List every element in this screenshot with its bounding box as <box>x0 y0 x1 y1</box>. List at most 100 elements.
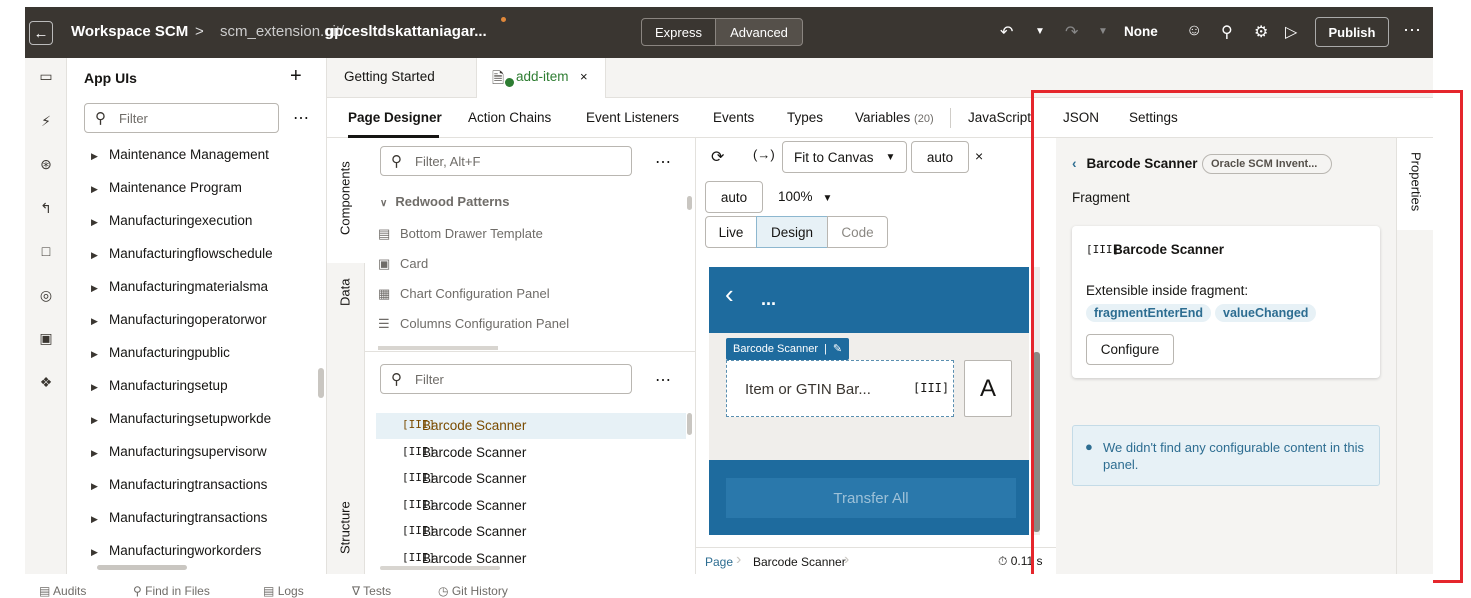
tab-event-listeners[interactable]: Event Listeners <box>586 110 679 125</box>
structure-node[interactable]: [III] Barcode Scanner <box>376 493 686 519</box>
canvas-height-input[interactable]: auto <box>705 181 763 213</box>
components-filter-input[interactable]: ⚲ Filter, Alt+F <box>380 146 632 176</box>
add-icon[interactable]: + <box>290 65 302 88</box>
tab-components[interactable]: Components <box>330 150 360 246</box>
tab-page-designer[interactable]: Page Designer <box>348 110 442 125</box>
bottom-item-logs[interactable]: ▤ Logs <box>263 584 304 598</box>
list-item[interactable]: ▶ Manufacturingsupervisorw <box>91 444 281 464</box>
globe-icon[interactable]: ◎ <box>37 287 55 304</box>
monitor-icon[interactable]: ▭ <box>37 68 55 85</box>
tab-types[interactable]: Types <box>787 110 823 125</box>
bell-icon[interactable]: ⚙ <box>1254 22 1268 42</box>
structure-node-selected[interactable]: [III] Barcode Scanner <box>376 413 686 439</box>
back-button[interactable]: ← <box>29 21 53 45</box>
list-item[interactable]: ▶ Manufacturingsetupworkde <box>91 411 281 431</box>
page-file-icon: 🗎︎ <box>492 70 505 87</box>
list-item[interactable]: ▶ Manufacturingpublic <box>91 345 301 365</box>
list-item[interactable]: ▶ Manufacturingmaterialsma <box>91 279 281 299</box>
chevron-left-icon[interactable]: ‹ <box>725 279 734 310</box>
workspace-title[interactable]: Workspace SCM <box>71 23 188 40</box>
smiley-icon[interactable]: ☺ <box>1186 22 1202 40</box>
structure-node[interactable]: [III] Barcode Scanner <box>376 440 686 466</box>
component-item[interactable]: ▣ Card <box>378 256 428 272</box>
barcode-scanner-field[interactable]: Item or GTIN Bar... [III] <box>726 360 954 417</box>
design-toggle[interactable]: Design <box>756 216 828 248</box>
vertical-scrollbar[interactable] <box>318 368 324 398</box>
redo-icon[interactable]: ↷ <box>1065 22 1078 42</box>
lightning-icon[interactable]: ⚡︎ <box>37 113 55 130</box>
more-options-icon[interactable]: ⋯ <box>293 108 309 128</box>
bottom-item-audits[interactable]: ▤ Audits <box>39 584 86 598</box>
list-item[interactable]: ▶ Manufacturingtransactions <box>91 477 281 497</box>
zoom-dropdown[interactable]: 100% ▼ <box>778 189 832 204</box>
tab-structure[interactable]: Structure <box>330 492 360 564</box>
tab-javascript[interactable]: JavaScript <box>968 110 1031 125</box>
breadcrumb-page[interactable]: Page <box>705 555 733 569</box>
component-item[interactable]: ☰ Columns Configuration Panel <box>378 316 569 332</box>
close-icon[interactable]: × <box>975 148 983 164</box>
component-item[interactable]: ▤ Bottom Drawer Template <box>378 226 543 242</box>
services-icon[interactable]: ⊛ <box>37 156 55 173</box>
branch-name[interactable]: gpcesltdskattaniagar... <box>325 23 487 40</box>
extension-icon[interactable]: ❖ <box>37 374 55 391</box>
close-icon[interactable]: × <box>580 69 588 84</box>
list-item[interactable]: ▶ Manufacturingsetup <box>91 378 301 398</box>
undo-icon[interactable]: ↶ <box>1000 22 1013 42</box>
tag-icon[interactable]: □ <box>37 243 55 259</box>
horizontal-scrollbar[interactable] <box>97 565 187 570</box>
structure-filter-input[interactable]: ⚲ Filter <box>380 364 632 394</box>
code-toggle[interactable]: Code <box>827 216 888 248</box>
redwood-patterns-group[interactable]: ∨ Redwood Patterns <box>380 194 509 209</box>
list-item[interactable]: ▶ Maintenance Management <box>91 147 301 167</box>
chevron-down-icon[interactable]: ▼ <box>1098 26 1108 37</box>
more-options-icon[interactable]: ⋯ <box>655 152 671 172</box>
list-item[interactable]: ▶ Manufacturingflowschedule <box>91 246 281 266</box>
structure-node[interactable]: [III] Barcode Scanner <box>376 546 686 564</box>
edit-pencil-icon[interactable]: ✎ <box>833 343 842 355</box>
play-icon[interactable]: ▷ <box>1285 22 1297 42</box>
structure-scrollbar[interactable] <box>687 413 692 435</box>
list-item[interactable]: ▶ Manufacturingtransactions <box>91 510 281 530</box>
canvas-width-input[interactable]: auto <box>911 141 969 173</box>
tab-events[interactable]: Events <box>713 110 754 125</box>
process-icon[interactable]: ↰ <box>37 200 55 217</box>
barcode-icon[interactable]: [III] <box>913 381 949 395</box>
fit-to-canvas-dropdown[interactable]: Fit to Canvas ▼ <box>782 141 907 173</box>
app-filter-input[interactable]: ⚲ Filter <box>84 103 279 133</box>
text-input-mode-icon[interactable]: A <box>964 360 1012 417</box>
structure-hscrollbar[interactable] <box>380 566 500 570</box>
components-scrollbar[interactable] <box>687 196 692 210</box>
list-item[interactable]: ▶ Manufacturingoperatorwor <box>91 312 281 332</box>
structure-node[interactable]: [III] Barcode Scanner <box>376 519 686 545</box>
express-toggle[interactable]: Express <box>641 18 716 46</box>
list-item[interactable]: ▶ Manufacturingexecution <box>91 213 301 233</box>
live-toggle[interactable]: Live <box>705 216 757 248</box>
search-icon[interactable]: ⚲ <box>1221 22 1233 42</box>
bottom-item-tests[interactable]: ∇ Tests <box>352 584 391 598</box>
bottom-item-git-history[interactable]: ◷ Git History <box>438 584 508 598</box>
refresh-icon[interactable]: ⟳ <box>711 147 724 167</box>
tab-getting-started[interactable]: Getting Started <box>344 69 435 84</box>
tab-data[interactable]: Data <box>330 272 360 312</box>
component-item[interactable]: ▦ Chart Configuration Panel <box>378 286 550 302</box>
preview-mode-none[interactable]: None <box>1124 24 1158 39</box>
document-icon[interactable]: ▣ <box>37 330 55 347</box>
advanced-toggle[interactable]: Advanced <box>715 18 803 46</box>
bottom-item-find[interactable]: ⚲ Find in Files <box>133 584 210 598</box>
bottom-toolbar: ▤ Audits ⚲ Find in Files ▤ Logs ∇ Tests … <box>25 574 1433 598</box>
tab-variables[interactable]: Variables (20) <box>855 110 934 125</box>
chevron-down-icon[interactable]: ▼ <box>1035 26 1045 37</box>
list-item[interactable]: ▶ Manufacturingworkorders <box>91 543 281 563</box>
expand-width-icon[interactable]: (→) <box>753 147 775 162</box>
tab-add-item[interactable]: 🗎︎ add-item × <box>476 58 606 98</box>
structure-node[interactable]: [III] Barcode Scanner <box>376 466 686 492</box>
publish-button[interactable]: Publish <box>1315 17 1389 47</box>
more-options-icon[interactable]: ⋯ <box>1403 20 1421 41</box>
tab-action-chains[interactable]: Action Chains <box>468 110 551 125</box>
list-item[interactable]: ▶ Maintenance Program <box>91 180 301 200</box>
more-options-icon[interactable]: ⋯ <box>655 370 671 390</box>
breadcrumb-barcode-scanner[interactable]: Barcode Scanner <box>753 555 846 569</box>
component-selection-tag[interactable]: Barcode Scanner | ✎ <box>726 338 850 360</box>
audits-icon: ▤ <box>39 584 51 598</box>
transfer-all-button[interactable]: Transfer All <box>726 478 1016 518</box>
